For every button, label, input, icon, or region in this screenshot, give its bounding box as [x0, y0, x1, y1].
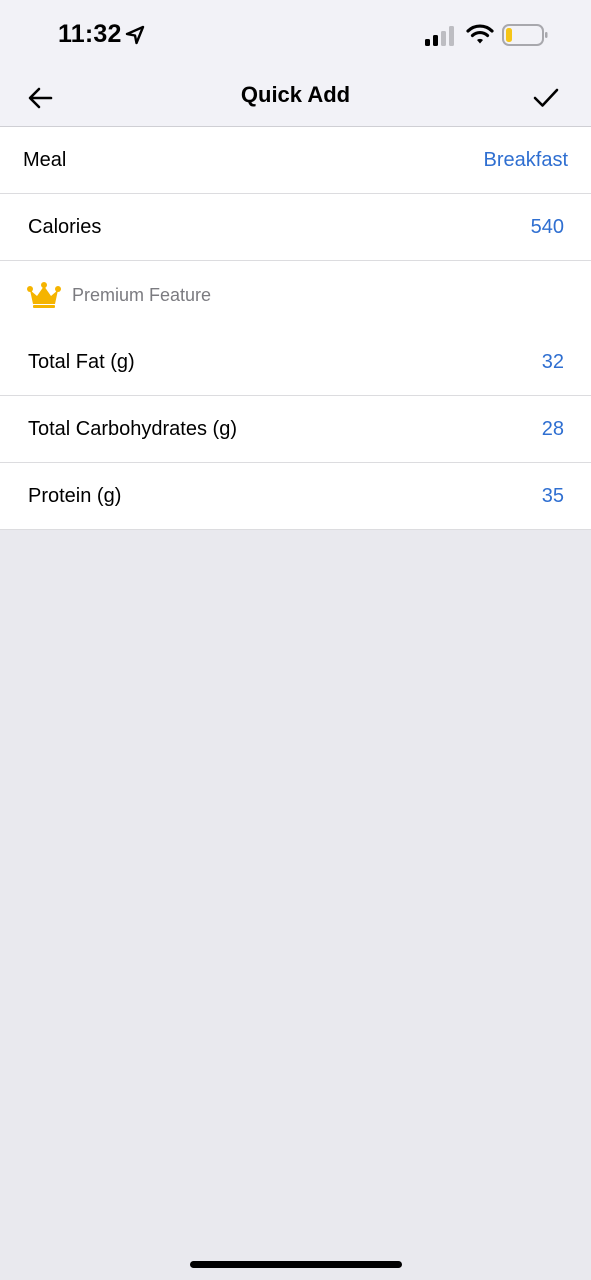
protein-value[interactable]: 35 [542, 485, 591, 508]
quick-add-screen: 11:32 Quick Add Meal Breakfast Calories … [0, 0, 591, 1280]
meal-value[interactable]: Breakfast [484, 149, 591, 172]
crown-icon [27, 282, 61, 308]
total-carbohydrates-label: Total Carbohydrates (g) [28, 417, 237, 440]
page-title: Quick Add [240, 82, 351, 107]
header-area: 11:32 Quick Add [0, 0, 591, 127]
calories-value[interactable]: 540 [531, 216, 591, 239]
total-fat-value[interactable]: 32 [542, 351, 591, 374]
done-button[interactable] [526, 78, 566, 118]
calories-row[interactable]: Calories 540 [0, 194, 591, 261]
protein-row[interactable]: Protein (g) 35 [0, 463, 591, 530]
battery-icon [502, 24, 548, 46]
calories-label: Calories [28, 215, 102, 238]
wifi-icon [466, 24, 494, 44]
cellular-signal-icon [425, 26, 454, 46]
home-indicator[interactable] [190, 1261, 402, 1268]
location-arrow-icon [125, 25, 145, 45]
total-fat-label: Total Fat (g) [28, 350, 135, 373]
meal-row[interactable]: Meal Breakfast [0, 127, 591, 194]
meal-label: Meal [23, 148, 67, 171]
quick-add-form: Meal Breakfast Calories 540 Premium Feat… [0, 127, 591, 530]
total-carbohydrates-value[interactable]: 28 [542, 418, 591, 441]
premium-feature-label: Premium Feature [72, 284, 212, 305]
checkmark-icon [533, 88, 559, 107]
total-carbohydrates-row[interactable]: Total Carbohydrates (g) 28 [0, 396, 591, 463]
total-fat-row[interactable]: Total Fat (g) 32 [0, 329, 591, 396]
navigation-bar: Quick Add [0, 70, 591, 127]
status-bar: 11:32 [0, 0, 591, 70]
premium-feature-header: Premium Feature [0, 261, 591, 329]
status-time: 11:32 [58, 20, 122, 48]
protein-label: Protein (g) [28, 484, 122, 507]
